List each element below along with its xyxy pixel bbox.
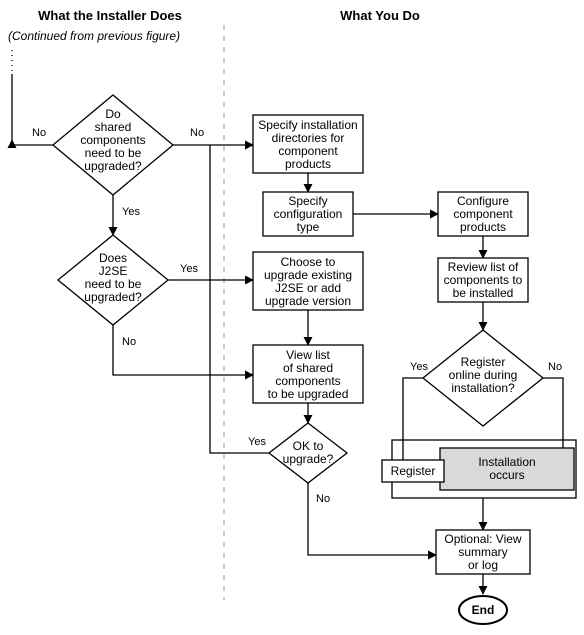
edge-d1-no-right: No	[190, 127, 204, 139]
terminator-end: End	[459, 596, 507, 624]
process-installation-occurs: Installationoccurs	[440, 448, 574, 490]
edge-d2-no: No	[122, 336, 136, 348]
decision-shared-components-upgrade: Dosharedcomponentsneed to beupgraded?	[53, 95, 173, 195]
process-specify-config-type: Specifyconfigurationtype	[263, 192, 353, 236]
edge-d1-yes: Yes	[122, 206, 140, 218]
process-optional-summary: Optional: Viewsummaryor log	[436, 530, 530, 574]
decision-j2se-upgrade: DoesJ2SEneed to beupgraded?	[58, 235, 168, 325]
process-view-shared-upgrades: View listof sharedcomponentsto be upgrad…	[253, 345, 363, 403]
svg-text:Review list ofcomponents tobe: Review list ofcomponents tobe installed	[444, 260, 523, 300]
edge-d2-yes: Yes	[180, 263, 198, 275]
header-left: What the Installer Does	[38, 8, 182, 23]
edge-d1-no: No	[32, 127, 46, 139]
header-right: What You Do	[340, 8, 420, 23]
decision-register-online: Registeronline duringinstallation?	[423, 330, 543, 426]
process-choose-j2se-upgrade: Choose toupgrade existingJ2SE or addupgr…	[253, 252, 363, 310]
edge-d3-no: No	[316, 493, 330, 505]
continued-note: (Continued from previous figure)	[8, 29, 180, 43]
process-register: Register	[382, 460, 444, 482]
edge-d4-no: No	[548, 361, 562, 373]
edge-d3-yes: Yes	[248, 436, 266, 448]
process-configure-products: Configurecomponentproducts	[438, 192, 528, 236]
decision-ok-to-upgrade: OK toupgrade?	[269, 423, 347, 483]
flowchart-diagram: What the Installer Does What You Do (Con…	[0, 0, 584, 635]
process-review-components: Review list ofcomponents tobe installed	[438, 258, 528, 302]
svg-text:End: End	[472, 603, 495, 617]
svg-text:Register: Register	[391, 464, 436, 478]
process-specify-directories: Specify installationdirectories forcompo…	[253, 115, 363, 173]
edge-d4-yes: Yes	[410, 361, 428, 373]
svg-text:Configurecomponentproducts: Configurecomponentproducts	[453, 194, 513, 234]
